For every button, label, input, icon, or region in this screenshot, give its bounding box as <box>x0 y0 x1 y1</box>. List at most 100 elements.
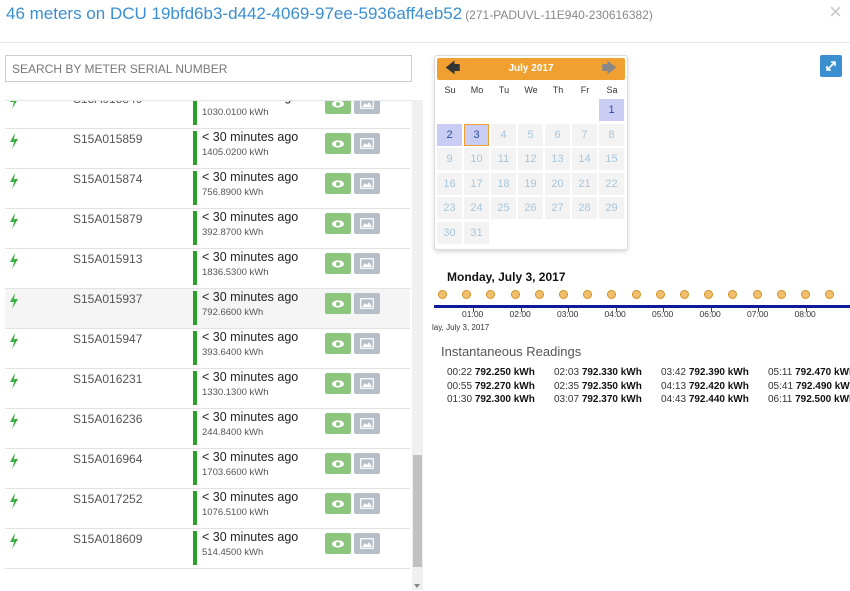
meter-chart-button[interactable] <box>354 293 380 314</box>
calendar-day[interactable]: 3 <box>464 123 489 146</box>
calendar-day[interactable]: 10 <box>464 148 489 170</box>
view-meter-button[interactable] <box>325 413 351 434</box>
calendar-day[interactable]: 6 <box>545 123 570 146</box>
timeline-point[interactable] <box>631 290 641 299</box>
meter-chart-button[interactable] <box>354 533 380 554</box>
timeline-point[interactable] <box>438 290 447 299</box>
meter-chart-button[interactable] <box>354 493 380 514</box>
calendar-day[interactable]: 16 <box>437 172 462 195</box>
meter-chart-button[interactable] <box>354 253 380 274</box>
view-meter-button[interactable] <box>325 333 351 354</box>
calendar-day[interactable]: 14 <box>572 148 597 170</box>
timeline-label: 08:00 <box>794 309 816 319</box>
reading-time: 05:11 <box>768 367 793 378</box>
timeline-point[interactable] <box>534 290 544 299</box>
meter-chart-button[interactable] <box>354 373 380 394</box>
calendar-day[interactable]: 5 <box>518 123 543 146</box>
timeline-point[interactable] <box>486 290 496 299</box>
timeline-point[interactable] <box>825 290 835 299</box>
meter-chart-button[interactable] <box>354 213 380 234</box>
calendar-day[interactable]: 28 <box>572 197 597 219</box>
meter-chart-button[interactable] <box>354 101 380 114</box>
timeline-point[interactable] <box>462 290 472 299</box>
meter-rows: S15A015849< 30 minutes ago1030.0100 kWhS… <box>5 101 410 569</box>
close-icon[interactable]: × <box>829 0 842 25</box>
timeline-point[interactable] <box>680 290 689 299</box>
view-meter-button[interactable] <box>325 213 351 234</box>
view-meter-button[interactable] <box>325 453 351 474</box>
view-meter-button[interactable] <box>325 101 351 114</box>
meter-row[interactable]: S15A016231 < 30 minutes ago 1330.1300 kWh <box>5 369 410 409</box>
view-meter-button[interactable] <box>325 253 351 274</box>
calendar-day[interactable]: 21 <box>572 172 597 195</box>
calendar-day[interactable]: 17 <box>464 172 489 195</box>
calendar-day[interactable]: 13 <box>545 148 570 170</box>
calendar-day[interactable]: 1 <box>599 99 624 121</box>
meter-row[interactable]: S15A015859 < 30 minutes ago 1405.0200 kWh <box>5 129 410 169</box>
calendar-day[interactable]: 22 <box>599 172 624 195</box>
calendar-day[interactable]: 30 <box>437 221 462 244</box>
calendar-day[interactable]: 20 <box>545 172 570 195</box>
calendar-day[interactable]: 15 <box>599 148 624 170</box>
meter-chart-button[interactable] <box>354 133 380 154</box>
calendar-day[interactable]: 24 <box>464 197 489 219</box>
reading-time: 05:41 <box>768 380 794 392</box>
calendar-day[interactable]: 29 <box>599 197 624 219</box>
timeline-point[interactable] <box>704 290 714 299</box>
image-icon <box>360 498 374 509</box>
timeline-point[interactable] <box>776 290 786 299</box>
view-meter-button[interactable] <box>325 293 351 314</box>
meter-row[interactable]: S15A015879 < 30 minutes ago 392.8700 kWh <box>5 209 410 249</box>
meter-row[interactable]: S15A015849 < 30 minutes ago 1030.0100 kWh <box>5 101 410 129</box>
calendar-day[interactable]: 12 <box>518 148 543 170</box>
meter-chart-button[interactable] <box>354 413 380 434</box>
calendar-day[interactable]: 23 <box>437 197 462 219</box>
reading-value: 792.350 kWh <box>581 380 642 392</box>
search-input[interactable] <box>5 55 412 82</box>
calendar-day[interactable]: 7 <box>572 123 597 146</box>
timeline-point[interactable] <box>752 290 762 299</box>
meter-row[interactable]: S15A016236 < 30 minutes ago 244.8400 kWh <box>5 409 410 449</box>
timeline-point[interactable] <box>655 290 665 299</box>
meter-row[interactable]: S15A015874 < 30 minutes ago 756.8900 kWh <box>5 169 410 209</box>
meter-chart-button[interactable] <box>354 453 380 474</box>
calendar-day[interactable]: 19 <box>518 172 543 195</box>
view-meter-button[interactable] <box>325 133 351 154</box>
calendar-day[interactable]: 4 <box>491 123 516 146</box>
timeline-point[interactable] <box>583 290 593 299</box>
timeline-point[interactable] <box>510 290 520 299</box>
timeline-point[interactable] <box>801 290 810 299</box>
meter-row[interactable]: S15A015947 < 30 minutes ago 393.6400 kWh <box>5 329 410 369</box>
scroll-down-arrow-icon[interactable] <box>414 584 420 588</box>
meter-row[interactable]: S15A015913 < 30 minutes ago 1836.5300 kWh <box>5 249 410 289</box>
meter-list-scrollbar[interactable] <box>412 100 423 590</box>
calendar-day[interactable]: 2 <box>437 123 462 146</box>
timeline-point[interactable] <box>728 290 738 299</box>
reading-entry: 04:13 792.420 kWh <box>661 381 749 392</box>
view-meter-button[interactable] <box>325 173 351 194</box>
calendar-day[interactable]: 8 <box>599 123 624 146</box>
expand-button[interactable] <box>820 55 842 77</box>
view-meter-button[interactable] <box>325 373 351 394</box>
calendar-day[interactable]: 18 <box>491 172 516 195</box>
day-timeline[interactable]: lay, July 3, 2017 01:00 02:00 03:00 04:00 05… <box>432 285 850 335</box>
meter-chart-button[interactable] <box>354 173 380 194</box>
scrollbar-thumb[interactable] <box>413 455 422 567</box>
calendar-day[interactable]: 25 <box>491 197 516 219</box>
meter-row[interactable]: S15A016964 < 30 minutes ago 1703.6600 kWh <box>5 449 410 489</box>
view-meter-button[interactable] <box>325 493 351 514</box>
calendar-day[interactable]: 26 <box>518 197 543 219</box>
calendar-day[interactable]: 27 <box>545 197 570 219</box>
calendar-next-button[interactable]: 🡆 <box>602 60 618 77</box>
calendar-day[interactable]: 9 <box>437 148 462 170</box>
meter-row[interactable]: S15A017252 < 30 minutes ago 1076.5100 kWh <box>5 489 410 529</box>
calendar-day[interactable]: 31 <box>464 221 489 244</box>
timeline-point[interactable] <box>607 290 617 299</box>
meter-row[interactable]: S15A015937 < 30 minutes ago 792.6600 kWh <box>5 289 410 329</box>
meter-row[interactable]: S15A018609 < 30 minutes ago 514.4500 kWh <box>5 529 410 569</box>
timeline-point[interactable] <box>559 290 568 299</box>
status-bar <box>193 291 197 325</box>
view-meter-button[interactable] <box>325 533 351 554</box>
calendar-day[interactable]: 11 <box>491 148 516 170</box>
meter-chart-button[interactable] <box>354 333 380 354</box>
